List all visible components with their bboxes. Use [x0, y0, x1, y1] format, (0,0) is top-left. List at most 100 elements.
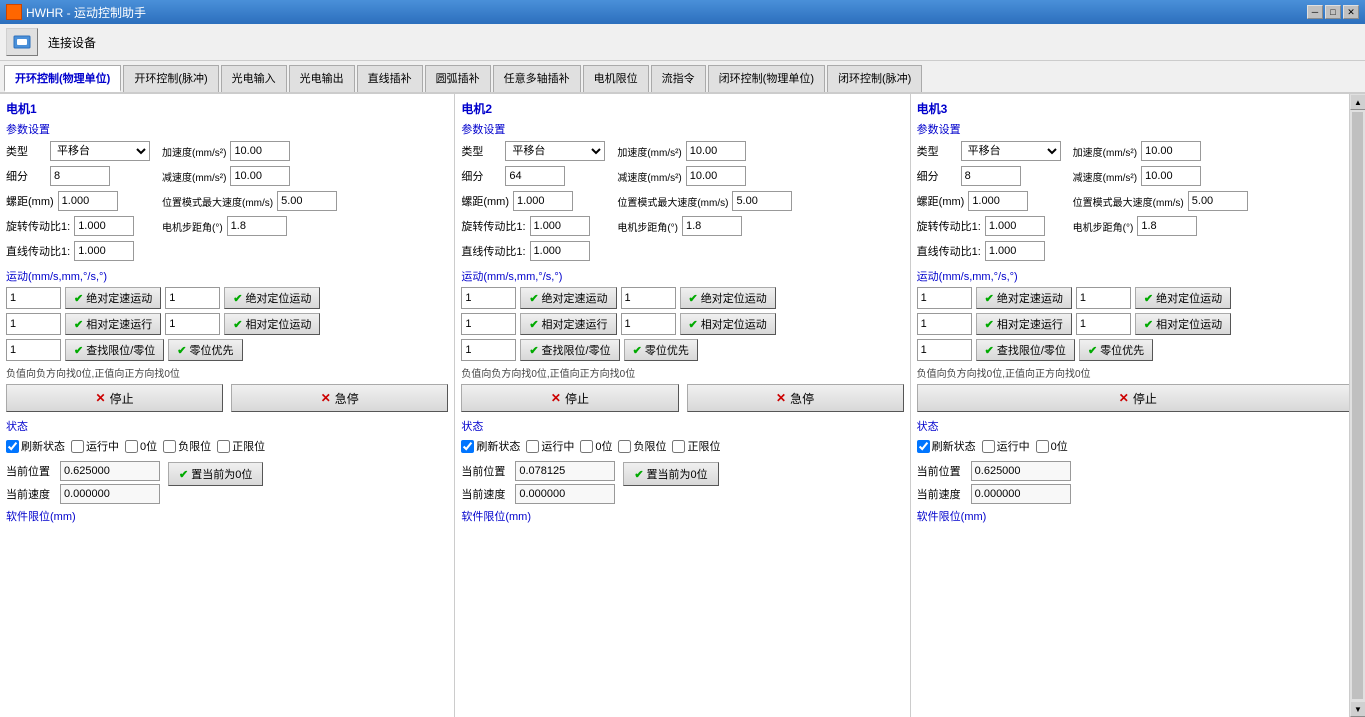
motor1-rot-ratio-input[interactable]: [74, 216, 134, 236]
motor3-refresh-checkbox[interactable]: 刷新状态: [917, 438, 976, 454]
motor3-type-select[interactable]: 平移台: [961, 141, 1061, 161]
motor2-zero-search-input[interactable]: [461, 339, 516, 361]
motor2-set-zero-btn[interactable]: ✔ 置当前为0位: [623, 462, 718, 486]
motor2-abs-vel-input[interactable]: [461, 287, 516, 309]
motor2-abs-pos-input[interactable]: [621, 287, 676, 309]
motor1-zero-search-input[interactable]: [6, 339, 61, 361]
motor1-maxvel-input[interactable]: [277, 191, 337, 211]
motor2-abs-pos-btn[interactable]: ✔ 绝对定位运动: [680, 287, 776, 309]
motor1-pitch-input[interactable]: [58, 191, 118, 211]
motor2-rel-vel-input[interactable]: [461, 313, 516, 335]
motor2-lin-ratio-label: 直线传动比1:: [461, 243, 525, 259]
motor1-rel-pos-input[interactable]: [165, 313, 220, 335]
motor2-pitch-label: 螺距(mm): [461, 193, 509, 209]
motor2-zero-prior-btn[interactable]: ✔ 零位优先: [624, 339, 698, 361]
motor2-abs-vel-btn[interactable]: ✔ 绝对定速运动: [520, 287, 616, 309]
scroll-thumb[interactable]: [1352, 112, 1363, 699]
motor2-rel-vel-btn[interactable]: ✔ 相对定速运行: [520, 313, 616, 335]
motor3-lin-ratio-input[interactable]: [985, 241, 1045, 261]
motor2-lin-ratio-input[interactable]: [530, 241, 590, 261]
motor3-rel-pos-btn[interactable]: ✔ 相对定位运动: [1135, 313, 1231, 335]
motor2-subdiv-input[interactable]: [505, 166, 565, 186]
motor3-zero-search-input[interactable]: [917, 339, 972, 361]
motor3-rel-pos-input[interactable]: [1076, 313, 1131, 335]
motor3-maxvel-label: 位置模式最大速度(mm/s): [1073, 194, 1184, 209]
motor1-type-select[interactable]: 平移台: [50, 141, 150, 161]
tab-flow-cmd[interactable]: 流指令: [651, 65, 706, 92]
minimize-button[interactable]: ─: [1307, 5, 1323, 19]
motor3-status-title: 状态: [917, 418, 1359, 434]
motor3-rel-vel-btn[interactable]: ✔ 相对定速运行: [976, 313, 1072, 335]
motor1-zero-search-btn[interactable]: ✔ 查找限位/零位: [65, 339, 164, 361]
motor2-decel-input[interactable]: [686, 166, 746, 186]
motor3-subdiv-input[interactable]: [961, 166, 1021, 186]
motor3-rot-ratio-input[interactable]: [985, 216, 1045, 236]
motor3-zero-prior-btn[interactable]: ✔ 零位优先: [1079, 339, 1153, 361]
motor2-rel-pos-btn[interactable]: ✔ 相对定位运动: [680, 313, 776, 335]
motor2-maxvel-input[interactable]: [732, 191, 792, 211]
motor3-abs-pos-btn[interactable]: ✔ 绝对定位运动: [1135, 287, 1231, 309]
motor1-stop-btn[interactable]: ✕ 停止: [6, 384, 223, 412]
motor2-curpos-input: [515, 461, 615, 481]
motor2-stop-btn[interactable]: ✕ 停止: [461, 384, 678, 412]
motor3-accel-input[interactable]: [1141, 141, 1201, 161]
tab-linear-interp[interactable]: 直线插补: [357, 65, 423, 92]
tab-motor-limit[interactable]: 电机限位: [583, 65, 649, 92]
motor3-accel-label: 加速度(mm/s²): [1073, 144, 1137, 159]
motor3-pitch-input[interactable]: [968, 191, 1028, 211]
motor2-accel-input[interactable]: [686, 141, 746, 161]
check-icon: ✔: [74, 318, 83, 331]
motor1-accel-input[interactable]: [230, 141, 290, 161]
maximize-button[interactable]: □: [1325, 5, 1341, 19]
motor1-rel-pos-btn[interactable]: ✔ 相对定位运动: [224, 313, 320, 335]
tab-multi-axis[interactable]: 任意多轴插补: [493, 65, 581, 92]
motor3-abs-pos-input[interactable]: [1076, 287, 1131, 309]
motor2-rel-pos-input[interactable]: [621, 313, 676, 335]
tab-open-loop-physical[interactable]: 开环控制(物理单位): [4, 65, 121, 92]
motor3-rel-vel-input[interactable]: [917, 313, 972, 335]
motor3-abs-vel-input[interactable]: [917, 287, 972, 309]
cross-icon: ✕: [96, 391, 106, 405]
motor1-zero-prior-btn[interactable]: ✔ 零位优先: [168, 339, 242, 361]
motor2-pitch-input[interactable]: [513, 191, 573, 211]
motor1-decel-input[interactable]: [230, 166, 290, 186]
motor3-zero-search-btn[interactable]: ✔ 查找限位/零位: [976, 339, 1075, 361]
motor3-stepangle-input[interactable]: [1137, 216, 1197, 236]
motor1-refresh-checkbox[interactable]: 刷新状态: [6, 438, 65, 454]
tab-open-loop-pulse[interactable]: 开环控制(脉冲): [123, 65, 218, 92]
motor2-emerg-btn[interactable]: ✕ 急停: [687, 384, 904, 412]
motor1-abs-pos-input[interactable]: [165, 287, 220, 309]
tab-closed-loop-physical[interactable]: 闭环控制(物理单位): [708, 65, 825, 92]
motor1-abs-vel-input[interactable]: [6, 287, 61, 309]
motor2-stepangle-input[interactable]: [682, 216, 742, 236]
motor2-refresh-checkbox[interactable]: 刷新状态: [461, 438, 520, 454]
motor2-type-select[interactable]: 平移台: [505, 141, 605, 161]
motor2-rot-ratio-input[interactable]: [530, 216, 590, 236]
motor1-subdiv-input[interactable]: [50, 166, 110, 186]
motor1-emerg-btn[interactable]: ✕ 急停: [231, 384, 448, 412]
scroll-down-arrow[interactable]: ▼: [1350, 701, 1365, 717]
motor3-stop-btn[interactable]: ✕ 停止: [917, 384, 1359, 412]
motor1-abs-pos-btn[interactable]: ✔ 绝对定位运动: [224, 287, 320, 309]
motor1-rel-vel-input[interactable]: [6, 313, 61, 335]
motor2-softlimit-label: 软件限位(mm): [461, 508, 903, 524]
connect-icon-button[interactable]: [6, 28, 38, 56]
motor1-stepangle-input[interactable]: [227, 216, 287, 236]
scroll-up-arrow[interactable]: ▲: [1350, 94, 1365, 110]
motor1-set-zero-btn[interactable]: ✔ 置当前为0位: [168, 462, 263, 486]
motor2-decel-label: 减速度(mm/s²): [617, 169, 681, 184]
close-button[interactable]: ✕: [1343, 5, 1359, 19]
tab-photo-output[interactable]: 光电输出: [289, 65, 355, 92]
motor3-decel-input[interactable]: [1141, 166, 1201, 186]
motor2-zero-search-btn[interactable]: ✔ 查找限位/零位: [520, 339, 619, 361]
tab-closed-loop-pulse[interactable]: 闭环控制(脉冲): [827, 65, 922, 92]
tab-arc-interp[interactable]: 圆弧插补: [425, 65, 491, 92]
vertical-scrollbar[interactable]: ▲ ▼: [1349, 94, 1365, 717]
motor3-abs-vel-btn[interactable]: ✔ 绝对定速运动: [976, 287, 1072, 309]
motor1-status-section: 状态 刷新状态 运行中 0位 负限位 正限位: [6, 418, 448, 524]
motor1-lin-ratio-input[interactable]: [74, 241, 134, 261]
motor3-maxvel-input[interactable]: [1188, 191, 1248, 211]
motor1-abs-vel-btn[interactable]: ✔ 绝对定速运动: [65, 287, 161, 309]
motor1-rel-vel-btn[interactable]: ✔ 相对定速运行: [65, 313, 161, 335]
tab-photo-input[interactable]: 光电输入: [221, 65, 287, 92]
